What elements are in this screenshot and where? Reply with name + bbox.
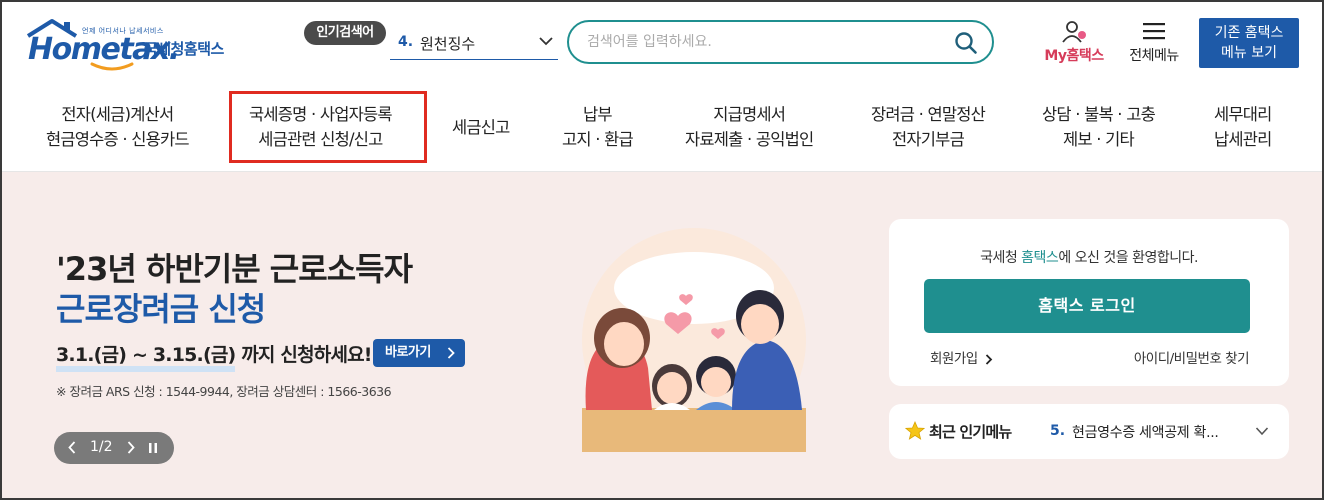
star-icon	[905, 421, 925, 440]
old-menu-line2: 메뉴 보기	[1221, 45, 1277, 61]
recent-menu-rank: 5.	[1050, 423, 1066, 439]
all-menu-label: 전체메뉴	[1129, 48, 1179, 64]
chevron-down-icon	[539, 37, 553, 46]
family-illustration	[582, 228, 806, 452]
hero-note: ※ 장려금 ARS 신청 : 1544-9944, 장려금 상담센터 : 156…	[56, 384, 392, 399]
go-button-label: 바로가기	[385, 345, 431, 360]
popular-rank: 4.	[398, 34, 414, 50]
gnb-item-payment-statement[interactable]: 지급명세서 자료제출 · 공익법인	[685, 102, 814, 152]
welcome-text: 국세청 홈택스에 오신 것을 환영합니다.	[889, 247, 1289, 267]
gnb-item-e-invoice[interactable]: 전자(세금)계산서 현금영수증 · 신용카드	[46, 102, 190, 152]
find-id-password-link[interactable]: 아이디/비밀번호 찾기	[1134, 347, 1250, 367]
recent-popular-menu[interactable]: 최근 인기메뉴 5. 현금영수증 세액공제 확...	[889, 404, 1289, 459]
popular-search-select[interactable]: 4. 원천징수	[390, 27, 558, 60]
gnb-label-line1: 상담 · 불복 · 고충	[1042, 105, 1156, 124]
gnb-item-tax-return[interactable]: 세금신고	[452, 115, 510, 140]
logo-swoosh-icon	[90, 62, 134, 71]
gnb-item-payment[interactable]: 납부 고지 · 환급	[562, 102, 634, 152]
gnb-label-line2: 제보 · 기타	[1063, 130, 1135, 149]
old-menu-line1: 기존 홈택스	[1214, 25, 1284, 41]
popular-term: 원천징수	[420, 35, 476, 53]
gnb-label-line2: 현금영수증 · 신용카드	[46, 130, 190, 149]
chevron-right-icon	[447, 347, 455, 359]
pause-icon[interactable]	[148, 442, 158, 454]
hero-date-range: 3.1.(금) ~ 3.15.(금)	[56, 344, 236, 372]
main-navigation: 전자(세금)계산서 현금영수증 · 신용카드 국세증명 · 사업자등록 세금관련…	[0, 88, 1324, 172]
welcome-prefix: 국세청	[980, 250, 1022, 266]
search-icon[interactable]	[954, 31, 978, 55]
gnb-label-line1: 세무대리	[1214, 105, 1272, 124]
popular-search-badge: 인기검색어	[304, 21, 386, 45]
gnb-label-line2: 자료제출 · 공익법인	[685, 130, 814, 149]
gnb-label-line1: 장려금 · 연말정산	[871, 105, 986, 124]
gnb-label-line2: 납세관리	[1214, 130, 1272, 149]
my-hometax-button[interactable]: My홈택스	[1038, 20, 1110, 68]
hometax-logo[interactable]: 언제 어디서나 납세서비스 Hometax. 국세청홈택스	[26, 18, 246, 71]
go-button[interactable]: 바로가기	[373, 339, 465, 367]
gnb-label-line2: 고지 · 환급	[562, 130, 634, 149]
gnb-item-consultation[interactable]: 상담 · 불복 · 고충 제보 · 기타	[1042, 102, 1156, 152]
carousel-count: 1/2	[90, 439, 113, 455]
welcome-suffix: 에 오신 것을 환영합니다.	[1058, 250, 1198, 266]
login-card: 국세청 홈택스에 오신 것을 환영합니다. 홈택스 로그인 회원가입 아이디/비…	[889, 219, 1289, 386]
join-link[interactable]: 회원가입	[930, 347, 993, 367]
all-menu-button[interactable]: 전체메뉴	[1122, 20, 1186, 68]
login-button[interactable]: 홈택스 로그인	[924, 279, 1250, 333]
carousel-pager: 1/2	[54, 432, 174, 464]
header: 언제 어디서나 납세서비스 Hometax. 국세청홈택스 인기검색어 4. 원…	[0, 0, 1324, 88]
gnb-label-line1: 전자(세금)계산서	[61, 105, 174, 124]
gnb-label-line1: 지급명세서	[713, 105, 786, 124]
gnb-label-line2: 전자기부금	[892, 130, 965, 149]
join-label: 회원가입	[930, 351, 978, 367]
search-input[interactable]	[587, 31, 947, 53]
hamburger-menu-icon	[1143, 23, 1165, 40]
hero-date-suffix: 까지 신청하세요!	[235, 344, 372, 366]
welcome-brand: 홈택스	[1021, 250, 1059, 266]
user-icon	[1062, 21, 1086, 43]
recent-menu-title: 최근 인기메뉴	[929, 423, 1012, 441]
my-hometax-label: My홈택스	[1044, 48, 1104, 64]
hero-date: 3.1.(금) ~ 3.15.(금) 까지 신청하세요!	[56, 340, 372, 372]
logo-org-name: 국세청홈택스	[144, 40, 224, 58]
chevron-right-icon[interactable]	[127, 441, 135, 454]
chevron-left-icon[interactable]	[68, 441, 76, 454]
highlight-box	[229, 91, 427, 163]
search-box	[567, 20, 994, 64]
recent-menu-item: 현금영수증 세액공제 확...	[1072, 425, 1219, 441]
chevron-right-icon	[986, 353, 993, 365]
gnb-label-line1: 세금신고	[452, 118, 510, 137]
hero-title-line2: 근로장려금 신청	[56, 290, 266, 328]
gnb-item-incentive-yearend[interactable]: 장려금 · 연말정산 전자기부금	[871, 102, 986, 152]
gnb-item-tax-agent[interactable]: 세무대리 납세관리	[1214, 102, 1272, 152]
chevron-down-icon[interactable]	[1255, 426, 1269, 436]
old-hometax-menu-button[interactable]: 기존 홈택스 메뉴 보기	[1199, 18, 1299, 68]
gnb-label-line1: 납부	[583, 105, 613, 124]
